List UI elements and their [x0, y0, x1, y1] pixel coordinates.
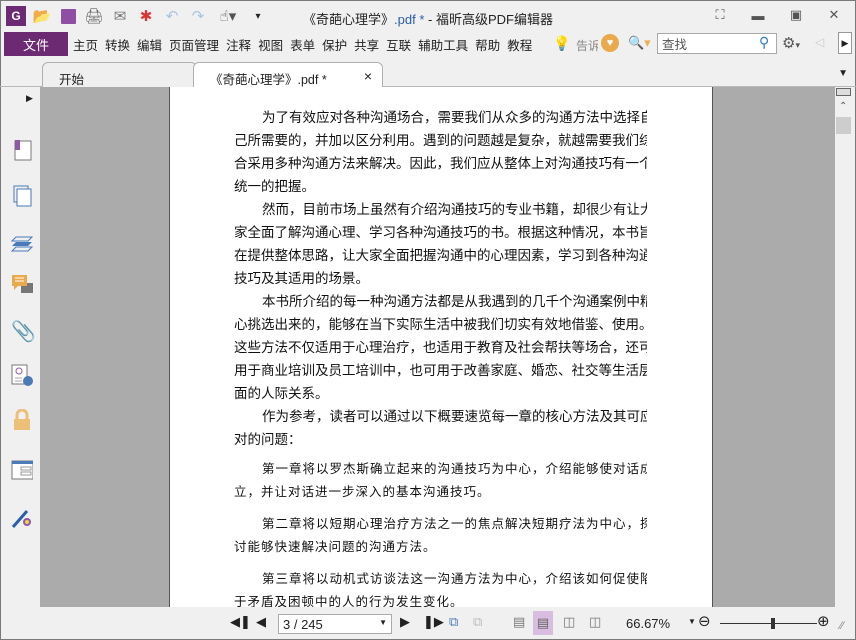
menu-home[interactable]: 主页 [73, 35, 98, 54]
text-line: 作为参考，读者可以通过以下概要速览每一章的核心方法及其可应 [262, 409, 647, 425]
continuous-page-icon[interactable]: ▤ [533, 611, 553, 635]
tab-document[interactable]: 《奇葩心理学》.pdf * × [193, 62, 383, 87]
single-page-icon[interactable]: ▤ [513, 614, 525, 630]
scroll-up-icon[interactable]: ⌃ [839, 101, 847, 112]
page-number: 3 / 245 [283, 617, 323, 632]
zoom-out-icon[interactable]: ⊖ [698, 612, 711, 630]
menu-organize[interactable]: 页面管理 [169, 35, 219, 54]
ribbon-scroll-left-icon[interactable]: ◁ [815, 35, 824, 49]
paragraph: 为了有效应对各种沟通场合，需要我们从众多的沟通方法中选择自己所需要的，并加以区分… [234, 107, 647, 199]
tab-label: 《奇葩心理学》.pdf * [210, 73, 327, 87]
text-line: 第一章将以罗杰斯确立起来的沟通技巧为中心，介绍能够使对话成 [262, 461, 647, 476]
search-placeholder: 查找 [662, 38, 688, 52]
close-icon[interactable]: ✕ [822, 6, 846, 24]
resize-grip-icon[interactable]: ∕∕ [840, 620, 844, 632]
text-line: 本书所介绍的每一种沟通方法都是从我遇到的几千个沟通案例中精 [262, 294, 647, 310]
text-line: 家全面了解沟通心理、学习各种沟通技巧的书。根据这种情况，本书旨 [234, 225, 647, 241]
paragraph: 第二章将以短期心理治疗方法之一的焦点解决短期疗法为中心，探讨能够快速解决问题的沟… [234, 512, 647, 558]
menu-tabs: 主页 转换 编辑 页面管理 注释 视图 表单 保护 共享 互联 辅助工具 帮助 … [73, 35, 532, 54]
scrollbar-thumb[interactable] [836, 117, 851, 134]
page-number-input[interactable]: 3 / 245 ▼ [278, 614, 392, 634]
certify-icon[interactable] [11, 507, 33, 529]
layers-icon[interactable] [10, 231, 34, 253]
feedback-heart-icon[interactable]: ♥ [601, 34, 619, 52]
continuous-facing-icon[interactable]: ◫ [589, 614, 601, 630]
menu-connect[interactable]: 互联 [386, 35, 411, 54]
text-line: 己所需要的，并加以区分利用。遇到的问题越是复杂，就越需要我们综 [234, 133, 647, 149]
text-line: 在提供整体思路，让大家全面把握沟通中的心理因素，学习到各种沟通 [234, 248, 647, 264]
text-line: 面的人际关系。 [234, 386, 329, 402]
vertical-scrollbar[interactable]: ⌃ [835, 87, 852, 607]
next-view-icon[interactable]: ⧉ [473, 614, 482, 630]
text-line: 讨能够快速解决问题的沟通方法。 [234, 539, 437, 554]
text-line: 第三章将以动机式访谈法这一沟通方法为中心，介绍该如何促使陷 [262, 571, 647, 586]
security-lock-icon[interactable] [11, 408, 33, 431]
find-folder-icon[interactable]: 🔍▾ [628, 35, 651, 51]
next-page-icon[interactable]: ▶ [400, 614, 410, 630]
first-page-icon[interactable]: ◀❚ [230, 614, 251, 630]
text-line: 这些方法不仅适用于心理治疗，也适用于教育及社会帮扶等场合，还可 [234, 340, 647, 356]
zoom-in-icon[interactable]: ⊕ [817, 612, 830, 630]
attachments-icon[interactable]: 📎 [11, 319, 36, 343]
menu-edit[interactable]: 编辑 [137, 35, 162, 54]
zoom-slider[interactable] [720, 618, 817, 629]
facing-page-icon[interactable]: ◫ [563, 614, 575, 630]
fullscreen-icon[interactable]: ⛶ [708, 6, 732, 24]
lightbulb-icon[interactable]: 💡 [553, 35, 570, 52]
document-tabs: 开始 《奇葩心理学》.pdf * × ▼ [0, 62, 856, 87]
split-view-button[interactable] [836, 88, 851, 96]
text-line: 第二章将以短期心理治疗方法之一的焦点解决短期疗法为中心，探 [262, 516, 647, 531]
settings-gear-icon[interactable]: ⚙▾ [782, 34, 800, 52]
expand-panel-icon[interactable]: ▶ [26, 93, 33, 104]
text-line: 合采用多种沟通方法来解决。因此，我们应从整体上对沟通技巧有一个 [234, 156, 647, 172]
text-line: 用于商业培训及员工培训中，也可用于改善家庭、婚恋、社交等生活层 [234, 363, 647, 379]
text-line: 立，并让对话进一步深入的基本沟通技巧。 [234, 484, 491, 499]
tab-label: 开始 [59, 73, 85, 87]
zoom-slider-thumb[interactable] [771, 618, 776, 629]
text-line: 然而，目前市场上虽然有介绍沟通技巧的专业书籍，却很少有让大 [262, 202, 647, 218]
paragraph: 第一章将以罗杰斯确立起来的沟通技巧为中心，介绍能够使对话成立，并让对话进一步深入… [234, 457, 647, 503]
bookmarks-icon[interactable] [11, 139, 33, 161]
menu-accessibility[interactable]: 辅助工具 [418, 35, 468, 54]
text-line: 为了有效应对各种沟通场合，需要我们从众多的沟通方法中选择自 [262, 110, 647, 126]
tell-me-input[interactable]: 告诉 [576, 37, 598, 54]
menu-convert[interactable]: 转换 [105, 35, 130, 54]
tab-list-dropdown-icon[interactable]: ▼ [838, 68, 848, 79]
paragraph: 本书所介绍的每一种沟通方法都是从我遇到的几千个沟通案例中精心挑选出来的，能够在当… [234, 291, 647, 406]
signatures-icon[interactable] [11, 364, 33, 386]
text-line: 于矛盾及困顿中的人的行为发生变化。 [234, 594, 464, 607]
tab-close-icon[interactable]: × [364, 68, 372, 84]
menu-help[interactable]: 帮助 [475, 35, 500, 54]
previous-view-icon[interactable]: ⧉ [449, 614, 458, 630]
pdf-page: 为了有效应对各种沟通场合，需要我们从众多的沟通方法中选择自己所需要的，并加以区分… [169, 87, 713, 607]
paragraph: 第三章将以动机式访谈法这一沟通方法为中心，介绍该如何促使陷于矛盾及困顿中的人的行… [234, 567, 647, 607]
menu-share[interactable]: 共享 [354, 35, 379, 54]
pages-icon[interactable] [11, 185, 33, 207]
search-icon[interactable]: ⚲ [759, 34, 769, 51]
form-fields-icon[interactable] [11, 459, 34, 481]
menu-protect[interactable]: 保护 [322, 35, 347, 54]
text-line: 对的问题： [234, 432, 302, 448]
prev-page-icon[interactable]: ◀ [256, 614, 266, 630]
tab-start[interactable]: 开始 [42, 62, 197, 87]
paragraph: 然而，目前市场上虽然有介绍沟通技巧的专业书籍，却很少有让大家全面了解沟通心理、学… [234, 199, 647, 291]
menu-form[interactable]: 表单 [290, 35, 315, 54]
menu-comment[interactable]: 注释 [226, 35, 251, 54]
comments-icon[interactable] [11, 274, 33, 296]
text-line: 技巧及其适用的场景。 [234, 271, 369, 287]
file-menu[interactable]: 文件 [4, 32, 68, 56]
paragraph: 作为参考，读者可以通过以下概要速览每一章的核心方法及其可应对的问题： [234, 406, 647, 452]
zoom-level[interactable]: 66.67% [626, 616, 670, 631]
zoom-dropdown-icon[interactable]: ▼ [688, 617, 696, 626]
menu-view[interactable]: 视图 [258, 35, 283, 54]
minimize-icon[interactable]: ▬ [746, 6, 770, 24]
last-page-icon[interactable]: ❚▶ [423, 614, 444, 630]
ribbon-scroll-right-button[interactable]: ▶ [838, 32, 852, 54]
text-line: 统一的把握。 [234, 179, 315, 195]
restore-icon[interactable]: ▣ [784, 6, 808, 24]
window-controls: ⛶ ▬ ▣ ✕ [708, 6, 846, 24]
text-line: 心挑选出来的，能够在当下实际生活中被我们切实有效地借鉴、使用。 [234, 317, 647, 333]
menu-tutorial[interactable]: 教程 [507, 35, 532, 54]
navigation-panel: ▶ 📎 [1, 87, 40, 607]
